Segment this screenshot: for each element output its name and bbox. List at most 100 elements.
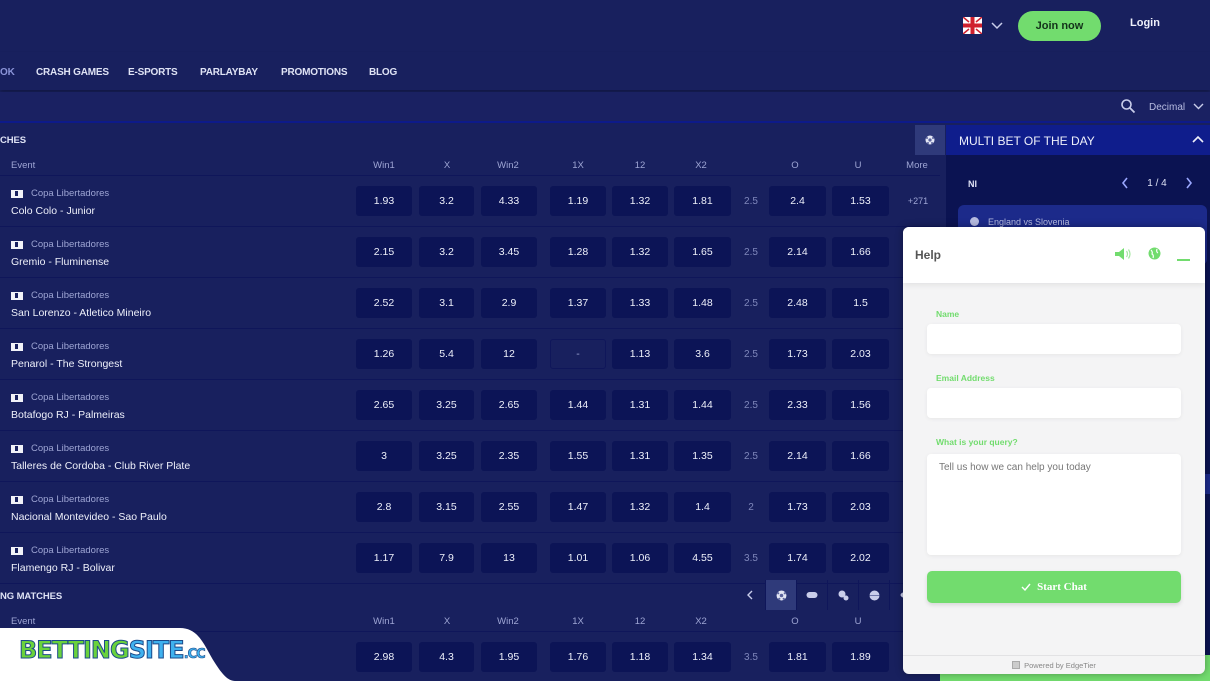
sport-tab-tennis[interactable] [828,580,859,610]
chevron-down-icon[interactable] [991,20,1003,30]
odds-button[interactable]: 2.98 [356,642,412,672]
odds-button[interactable]: 3.2 [419,186,474,216]
match-name[interactable]: Talleres de Cordoba - Club River Plate [11,460,190,472]
odds-button[interactable]: 1.73 [769,492,826,522]
match-name[interactable]: Nacional Montevideo - Sao Paulo [11,511,167,523]
chevron-up-icon[interactable] [1192,135,1204,145]
odds-button[interactable]: 1.73 [769,339,826,369]
odds-button[interactable]: 2.4 [769,186,826,216]
odds-button[interactable]: 3.25 [419,390,474,420]
nav-item-sportsbook[interactable]: OK [0,67,15,78]
odds-button[interactable]: 2.14 [769,441,826,471]
match-row[interactable]: Copa Libertadores Penarol - The Strongest… [0,329,940,380]
search-icon[interactable] [1120,98,1136,114]
odds-button[interactable]: 2.15 [356,237,412,267]
match-row[interactable]: Copa Libertadores Colo Colo - Junior 1.93 3… [0,176,940,227]
odds-button[interactable]: 3.45 [481,237,537,267]
odds-button[interactable]: 2.8 [356,492,412,522]
multibet-header[interactable]: MULTI BET OF THE DAY [946,125,1210,155]
sport-tab-basketball[interactable] [859,580,890,610]
odds-button[interactable]: 4.3 [419,642,474,672]
nav-item-blog[interactable]: BLOG [369,67,397,78]
odds-button[interactable]: 2.03 [832,492,889,522]
match-row[interactable]: Copa Libertadores Nacional Montevideo - S… [0,482,940,533]
minimize-icon[interactable] [1177,259,1190,261]
odds-button[interactable]: 1.56 [832,390,889,420]
odds-button[interactable]: 1.81 [769,642,826,672]
sound-icon[interactable] [1114,247,1132,261]
odds-button[interactable]: 1.32 [612,237,668,267]
odds-button[interactable]: 2.14 [769,237,826,267]
chevron-right-icon[interactable] [1185,177,1193,189]
odds-button[interactable]: 1.44 [550,390,606,420]
odds-button[interactable]: 1.95 [481,642,537,672]
odds-button[interactable]: 1.34 [674,642,731,672]
odds-button[interactable]: 1.65 [674,237,731,267]
odds-button[interactable]: 1.31 [612,441,668,471]
odds-button[interactable]: 5.4 [419,339,474,369]
odds-button[interactable]: 3.6 [674,339,731,369]
odds-button[interactable]: 4.55 [674,543,731,573]
odds-button[interactable]: 1.74 [769,543,826,573]
odds-button[interactable]: 3.15 [419,492,474,522]
odds-button[interactable]: 1.31 [612,390,668,420]
odds-button[interactable]: 13 [481,543,537,573]
odds-button[interactable]: 1.28 [550,237,606,267]
join-now-button[interactable]: Join now [1018,11,1101,41]
name-field[interactable] [927,324,1181,354]
odds-button[interactable]: 2.33 [769,390,826,420]
odds-button[interactable]: 1.44 [674,390,731,420]
uk-flag-icon[interactable] [963,17,982,34]
nav-item-promotions[interactable]: PROMOTIONS [281,67,348,78]
match-name[interactable]: Flamengo RJ - Bolivar [11,562,115,574]
odds-button[interactable]: 1.93 [356,186,412,216]
nav-item-esports[interactable]: E-SPORTS [128,67,178,78]
odds-button[interactable]: 3.1 [419,288,474,318]
odds-button[interactable]: 1.81 [674,186,731,216]
odds-button[interactable]: 1.35 [674,441,731,471]
globe-icon[interactable] [1148,247,1161,260]
match-row[interactable]: Copa Libertadores Botafogo RJ - Palmeiras… [0,380,940,431]
nav-item-crash-games[interactable]: CRASH GAMES [36,67,109,78]
chevron-down-icon[interactable] [1193,101,1204,111]
odds-button[interactable]: 3.25 [419,441,474,471]
odds-button[interactable]: 1.5 [832,288,889,318]
match-row[interactable]: Copa Libertadores Gremio - Fluminense 2.15… [0,227,940,278]
odds-button[interactable]: 1.55 [550,441,606,471]
odds-button[interactable]: 2.65 [481,390,537,420]
match-name[interactable]: Botafogo RJ - Palmeiras [11,409,125,421]
odds-button[interactable]: 4.33 [481,186,537,216]
odds-button[interactable]: 2.35 [481,441,537,471]
odds-button[interactable]: 2.02 [832,543,889,573]
match-name[interactable]: San Lorenzo - Atletico Mineiro [11,307,151,319]
odds-button[interactable]: - [550,339,606,369]
email-field[interactable] [927,388,1181,418]
odds-button[interactable]: 1.26 [356,339,412,369]
odds-button[interactable]: 1.89 [832,642,889,672]
odds-button[interactable]: 1.76 [550,642,606,672]
odds-button[interactable]: 1.32 [612,186,668,216]
odds-button[interactable]: 1.01 [550,543,606,573]
odds-button[interactable]: 1.13 [612,339,668,369]
sport-tab-soccer[interactable] [766,580,797,610]
nav-item-parlaybay[interactable]: PARLAYBAY [200,67,258,78]
odds-button[interactable]: 7.9 [419,543,474,573]
odds-button[interactable]: 3.2 [419,237,474,267]
match-name[interactable]: Colo Colo - Junior [11,205,95,217]
odds-button[interactable]: 1.06 [612,543,668,573]
more-markets-link[interactable]: +271 [905,186,931,216]
match-name[interactable]: Gremio - Fluminense [11,256,109,268]
query-textarea[interactable] [927,454,1181,555]
match-row[interactable]: Copa Libertadores Talleres de Cordoba - C… [0,431,940,482]
odds-format-select[interactable]: Decimal [1149,102,1185,113]
odds-button[interactable]: 1.53 [832,186,889,216]
login-button[interactable]: Login [1130,17,1160,29]
odds-button[interactable]: 1.37 [550,288,606,318]
odds-button[interactable]: 2.65 [356,390,412,420]
odds-button[interactable]: 1.17 [356,543,412,573]
odds-button[interactable]: 2.48 [769,288,826,318]
match-name[interactable]: Penarol - The Strongest [11,358,122,370]
odds-button[interactable]: 1.66 [832,237,889,267]
odds-button[interactable]: 1.48 [674,288,731,318]
odds-button[interactable]: 1.19 [550,186,606,216]
